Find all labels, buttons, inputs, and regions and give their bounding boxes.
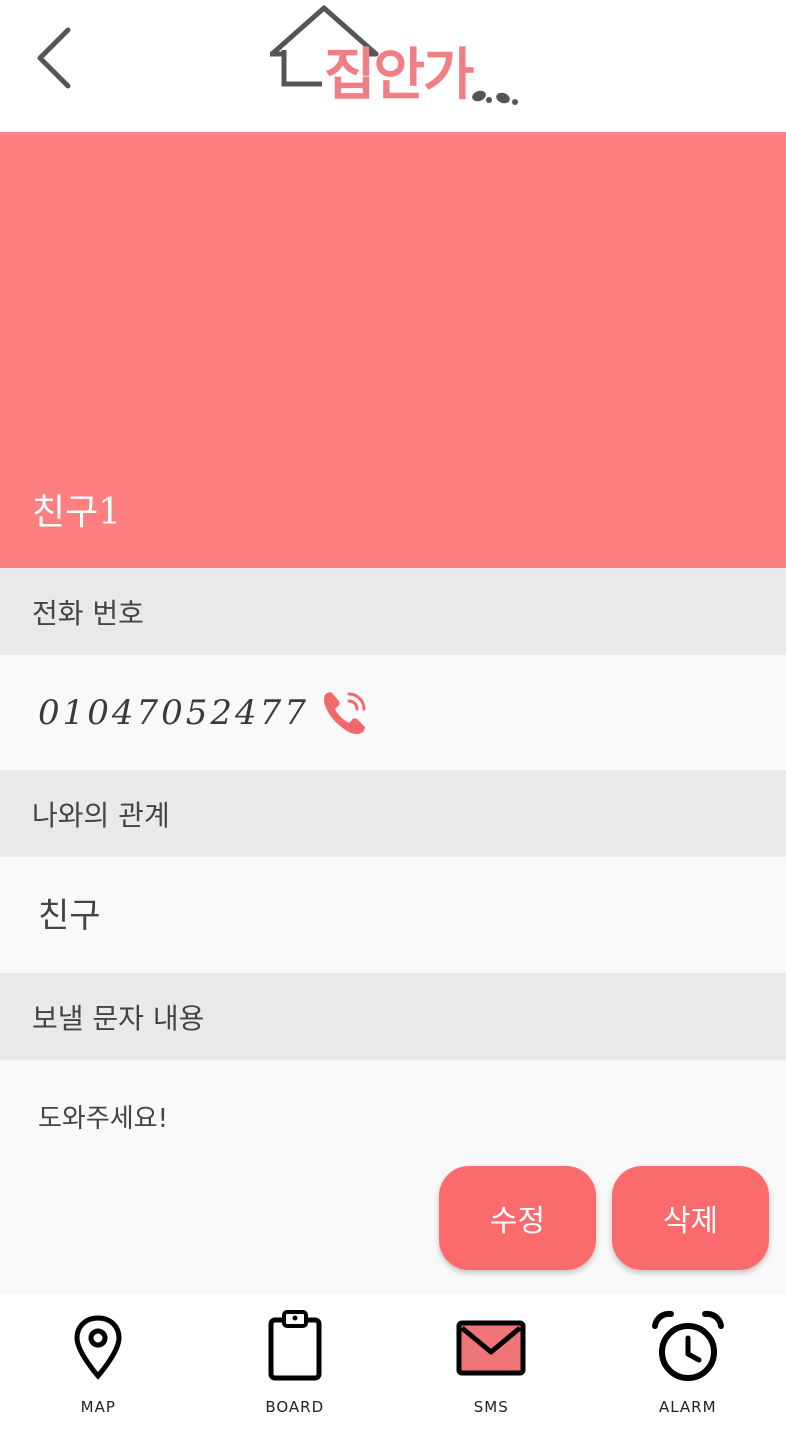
message-section-title: 보낼 문자 내용 [32,1001,205,1035]
nav-label-alarm: ALARM [658,1398,717,1416]
alarm-clock-icon [651,1310,724,1381]
app-header: 집안가 [0,0,786,132]
map-pin-icon [74,1315,122,1380]
phone-number: 01047052477 [38,692,309,733]
relation-section-header: 나와의 관계 [0,770,786,857]
phone-section-title: 전화 번호 [32,596,144,630]
contact-name: 친구1 [32,492,122,533]
back-button[interactable] [30,22,80,94]
phone-call-icon[interactable] [319,687,371,739]
logo-text: 집안가 [324,43,475,108]
phone-section: 01047052477 [0,655,786,770]
nav-item-board[interactable]: BOARD [197,1294,394,1438]
message-section: 도와주세요! 수정 삭제 [0,1060,786,1294]
nav-item-alarm[interactable]: ALARM [590,1294,786,1438]
nav-label-board: BOARD [265,1398,325,1416]
message-section-header: 보낼 문자 내용 [0,973,786,1060]
delete-button[interactable]: 삭제 [612,1166,769,1270]
nav-label-sms: SMS [473,1398,509,1416]
app-logo: 집안가 [262,4,524,114]
nav-item-map[interactable]: MAP [0,1294,197,1438]
nav-item-sms[interactable]: SMS [393,1294,590,1438]
relation-value: 친구 [38,896,101,936]
message-text: 도와주세요! [38,1104,169,1134]
relation-section: 친구 [0,857,786,973]
bottom-navigation: MAP BOARD SMS ALARM [0,1294,786,1438]
relation-section-title: 나와의 관계 [32,798,170,832]
clipboard-icon [268,1310,322,1381]
nav-label-map: MAP [80,1398,116,1416]
footsteps-icon [472,90,518,105]
chevron-left-icon [37,27,71,89]
contact-hero: 친구1 [0,132,786,568]
phone-section-header: 전화 번호 [0,568,786,655]
envelope-icon [456,1320,526,1376]
edit-button[interactable]: 수정 [439,1166,596,1270]
